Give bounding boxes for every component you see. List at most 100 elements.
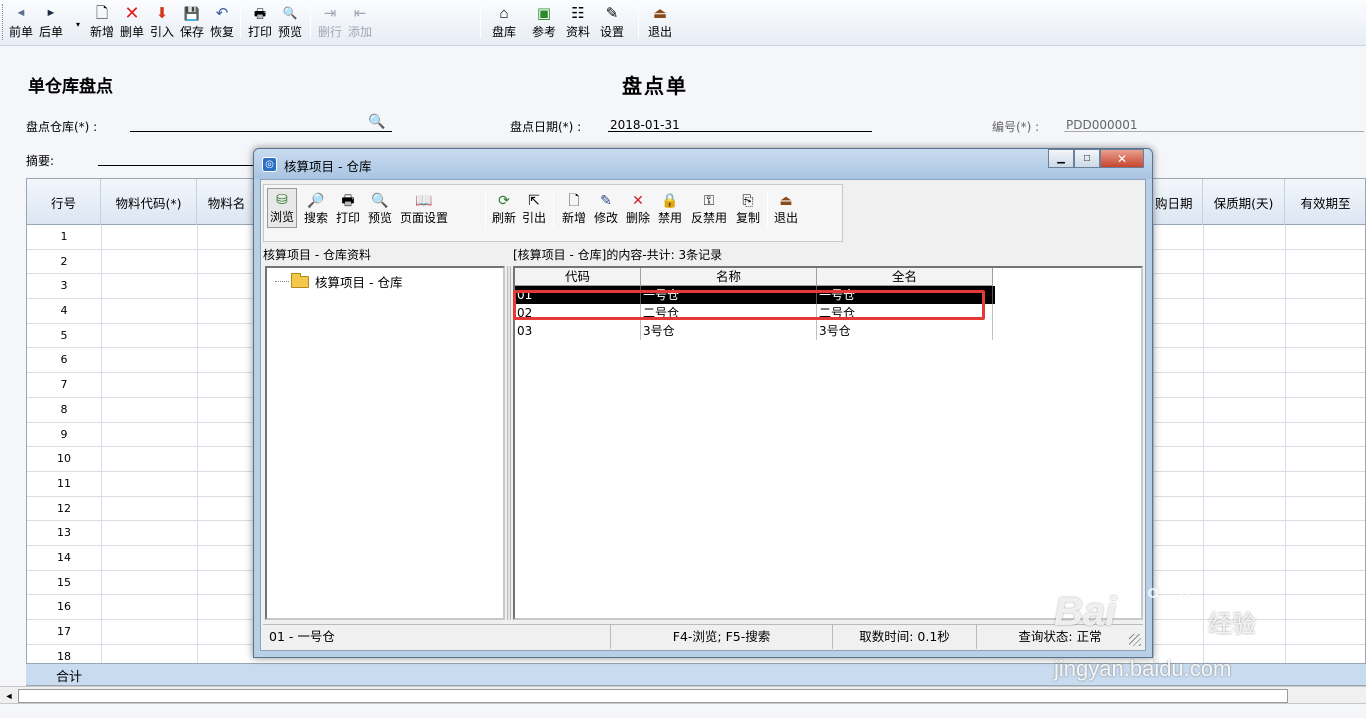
cell-divider (1153, 225, 1154, 249)
dialog-new-button[interactable]: 🗋 新增 (559, 190, 589, 226)
col-header-material-name[interactable]: 物料名 (197, 179, 257, 225)
cell-divider (1285, 299, 1286, 323)
toolbar-separator (638, 6, 639, 38)
prev-record-button[interactable]: ◄ 前单 (9, 2, 33, 44)
summary-input[interactable] (98, 165, 258, 166)
cell-divider (1203, 521, 1204, 545)
stocktake-label: 盘库 (491, 25, 516, 39)
maximize-icon: □ (1083, 153, 1091, 164)
add-row-button[interactable]: ⇤ 添加 (346, 2, 374, 44)
restore-button[interactable]: ↶ 恢复 (208, 2, 236, 44)
book-icon: 📖 (415, 192, 433, 208)
preview-icon: 🔍 (282, 6, 298, 20)
new-label: 新增 (89, 25, 114, 39)
cell-divider (197, 595, 198, 619)
settings-label: 设置 (599, 25, 624, 39)
stocktake-button[interactable]: ⌂ 盘库 (490, 2, 518, 44)
print-button[interactable]: 🖶 打印 (246, 2, 274, 44)
delete-row-button[interactable]: ⇥ 删行 (316, 2, 344, 44)
dialog-preview-button[interactable]: 🔍 预览 (365, 190, 395, 226)
date-input[interactable]: 2018-01-31 (610, 118, 680, 132)
dialog-exit-button[interactable]: ⏏ 退出 (771, 190, 801, 226)
dialog-exit-label: 退出 (773, 211, 798, 225)
resize-grip-icon[interactable] (1129, 634, 1141, 646)
export-button[interactable]: ⇱ 引出 (519, 190, 549, 226)
copy-icon: ⎘ (742, 192, 754, 208)
record-list: 代码 名称 全名 01 一号仓 一号仓 02 二号仓 二号仓 03 3号仓 3号… (513, 266, 1143, 620)
col-header-purchase-date[interactable]: 购日期 (1153, 179, 1203, 225)
cell-divider (101, 225, 102, 249)
row-name: 3号仓 (641, 322, 817, 340)
col-header-row-no[interactable]: 行号 (27, 179, 101, 225)
col-header-material-code[interactable]: 物料代码(*) (101, 179, 197, 225)
settings-button[interactable]: ✎ 设置 (598, 2, 626, 44)
tree-root-item[interactable]: 核算项目 - 仓库 (275, 272, 402, 291)
row-number: 6 (60, 353, 68, 367)
dialog-statusbar: 01 - 一号仓 F4-浏览; F5-搜索 取数时间: 0.1秒 查询状态: 正… (263, 624, 1143, 649)
scroll-left-icon[interactable]: ◄ (2, 689, 16, 703)
cell-divider (197, 373, 198, 397)
refresh-button[interactable]: ⟳ 刷新 (489, 190, 519, 226)
preview-button[interactable]: 🔍 预览 (276, 2, 304, 44)
minimize-button[interactable]: ▁ (1048, 149, 1074, 168)
list-row[interactable]: 02 二号仓 二号仓 (515, 304, 995, 322)
warehouse-label: 盘点仓库(*) : (26, 120, 98, 134)
browse-button[interactable]: ⛁ 浏览 (267, 188, 297, 228)
save-button[interactable]: 💾 保存 (178, 2, 206, 44)
warehouse-input[interactable] (130, 131, 392, 132)
list-col-name[interactable]: 名称 (641, 268, 817, 286)
copy-button[interactable]: ⎘ 复制 (733, 190, 763, 226)
row-code: 03 (515, 322, 641, 340)
dialog-delete-label: 删除 (625, 211, 650, 225)
list-col-code[interactable]: 代码 (515, 268, 641, 286)
delete-x-icon: ✕ (632, 192, 644, 208)
maximize-button[interactable]: □ (1074, 149, 1100, 168)
list-row[interactable]: 03 3号仓 3号仓 (515, 322, 995, 340)
exit-label: 退出 (647, 25, 672, 39)
lookup-icon[interactable]: 🔍 (368, 114, 385, 130)
page-setup-button[interactable]: 📖 页面设置 (397, 190, 451, 226)
cell-divider (1203, 348, 1204, 373)
close-button[interactable]: ✕ (1100, 149, 1144, 168)
prev-arrow-icon: ◄ (15, 6, 27, 19)
data-button[interactable]: ☷ 资料 (564, 2, 592, 44)
list-col-fullname[interactable]: 全名 (817, 268, 993, 286)
disable-button[interactable]: 🔒 禁用 (655, 190, 685, 226)
date-underline (608, 131, 872, 132)
cell-divider (1153, 620, 1154, 644)
delete-doc-button[interactable]: ✕ 删单 (118, 2, 146, 44)
list-row[interactable]: 01 一号仓 一号仓 (515, 286, 995, 304)
new-button[interactable]: 🗋 新增 (88, 2, 116, 44)
cell-divider (101, 521, 102, 545)
dialog-titlebar[interactable]: ◎ 核算项目 - 仓库 ▁ □ ✕ (254, 149, 1152, 179)
settings-icon: ✎ (605, 4, 619, 22)
cell-divider (101, 620, 102, 644)
dialog-print-button[interactable]: 🖶 打印 (333, 190, 363, 226)
reference-button[interactable]: ▣ 参考 (530, 2, 558, 44)
toolbar-grip[interactable] (2, 4, 5, 40)
enable-button[interactable]: ⚿ 反禁用 (687, 190, 731, 226)
row-number: 13 (57, 526, 71, 540)
toolbar-dropdown-arrow[interactable]: ▾ (74, 2, 82, 44)
toolbar-separator (240, 6, 241, 38)
print-label: 打印 (247, 25, 272, 39)
col-header-shelf-life[interactable]: 保质期(天) (1203, 179, 1285, 225)
exit-button[interactable]: ⏏ 退出 (646, 2, 674, 44)
pane-splitter[interactable] (507, 266, 511, 620)
import-button[interactable]: ⬇ 引入 (148, 2, 176, 44)
cell-divider (1203, 570, 1204, 595)
cell-divider (101, 348, 102, 373)
cell-divider (1153, 299, 1154, 323)
horizontal-scrollbar[interactable]: ◄ (0, 686, 1366, 704)
dialog-toolbar: ⛁ 浏览 🔎 搜索 🖶 打印 🔍 预览 📖 页面设置 ⟳ 刷新 ⇱ 引出 🗋 新… (261, 180, 1145, 246)
col-header-expiry[interactable]: 有效期至 (1285, 179, 1365, 225)
cell-divider (1203, 471, 1204, 496)
tree-connector (275, 281, 289, 282)
export-icon: ⇱ (528, 192, 540, 208)
dialog-delete-button[interactable]: ✕ 删除 (623, 190, 653, 226)
modify-button[interactable]: ✎ 修改 (591, 190, 621, 226)
scroll-thumb[interactable] (18, 689, 1288, 703)
search-button[interactable]: 🔎 搜索 (301, 190, 331, 226)
delete-row-icon: ⇥ (323, 4, 337, 22)
next-record-button[interactable]: ► 后单 (38, 2, 64, 44)
